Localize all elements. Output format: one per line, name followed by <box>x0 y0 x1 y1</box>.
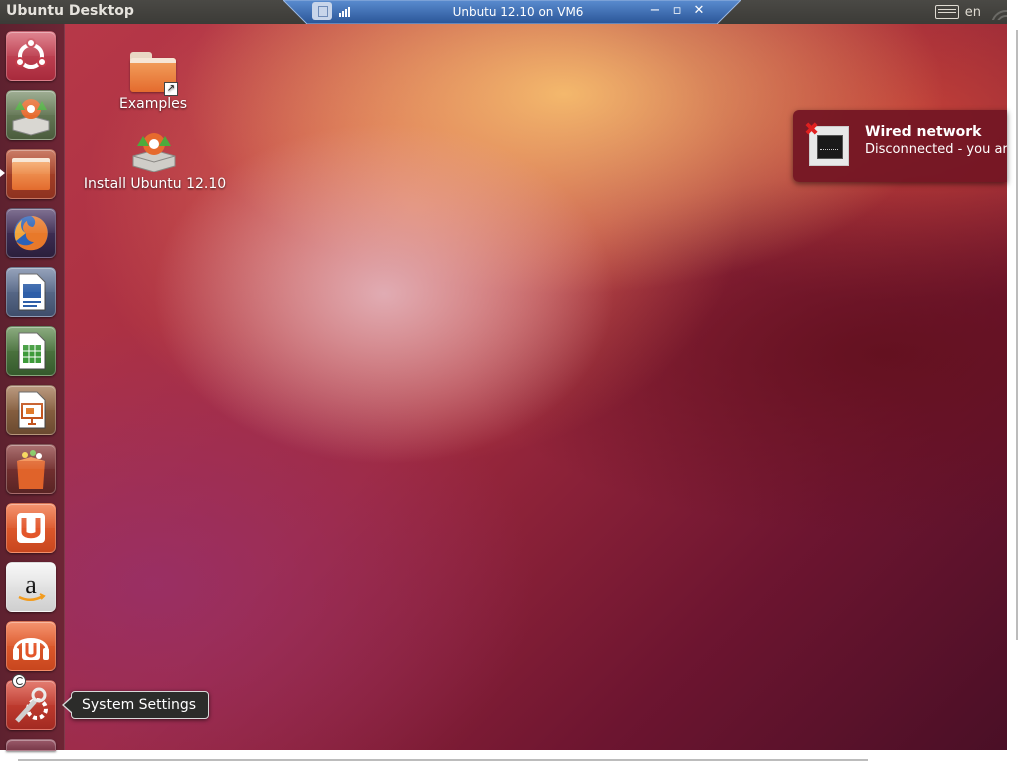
remote-session-title: Unbutu 12.10 on VM6 <box>452 5 584 19</box>
network-notification: ✖ Wired network Disconnected - you are n <box>793 110 1007 182</box>
launcher-firefox[interactable] <box>6 208 56 258</box>
notification-body: Disconnected - you are n <box>865 142 1007 157</box>
wifi-icon[interactable] <box>987 4 1007 20</box>
active-indicator <box>0 169 5 177</box>
remote-session-bar: Unbutu 12.10 on VM6 − ▫ ✕ <box>283 0 741 24</box>
vertical-scrollbar-thumb[interactable] <box>1016 30 1018 640</box>
network-disconnected-icon: ✖ <box>804 119 849 166</box>
launcher-ubuntu-one[interactable] <box>6 503 56 553</box>
launcher-install-ubuntu[interactable] <box>6 90 56 140</box>
desktop-icon-label: Examples <box>118 96 188 112</box>
panel-indicators: en <box>934 2 1007 22</box>
launcher-libreoffice-impress[interactable] <box>6 385 56 435</box>
launcher-dash-home[interactable] <box>6 31 56 81</box>
error-x-icon: ✖ <box>804 119 820 140</box>
launcher-libreoffice-writer[interactable] <box>6 267 56 317</box>
keyboard-layout-label[interactable]: en <box>965 5 981 20</box>
desktop-icon-label: Install Ubuntu 12.10 <box>83 176 227 192</box>
launcher-ubuntu-one-music[interactable] <box>6 621 56 671</box>
launcher-files[interactable] <box>6 149 56 199</box>
launcher-software-center[interactable] <box>6 444 56 494</box>
symlink-arrow-icon: ↗ <box>164 82 178 96</box>
pin-icon[interactable] <box>312 2 332 20</box>
launcher-system-settings[interactable] <box>6 680 56 730</box>
loading-badge-icon <box>12 674 26 688</box>
launcher-amazon[interactable]: a <box>6 562 56 612</box>
panel-title: Ubuntu Desktop <box>6 3 134 19</box>
desktop-icon-install-ubuntu[interactable]: Install Ubuntu 12.10 <box>72 124 238 194</box>
launcher-libreoffice-calc[interactable] <box>6 326 56 376</box>
launcher: a <box>0 24 65 751</box>
launcher-trash[interactable] <box>6 739 56 751</box>
launcher-tooltip: System Settings <box>61 691 210 719</box>
desktop-icon-examples[interactable]: ↗ Examples <box>99 50 207 114</box>
installer-icon <box>132 133 176 172</box>
notification-title: Wired network <box>865 124 982 140</box>
keyboard-icon[interactable] <box>934 5 959 19</box>
signal-strength-icon <box>339 5 353 17</box>
restore-button[interactable]: ▫ <box>669 3 685 19</box>
minimize-button[interactable]: − <box>647 3 663 19</box>
horizontal-scrollbar-thumb[interactable] <box>18 759 868 761</box>
close-button[interactable]: ✕ <box>691 3 707 19</box>
